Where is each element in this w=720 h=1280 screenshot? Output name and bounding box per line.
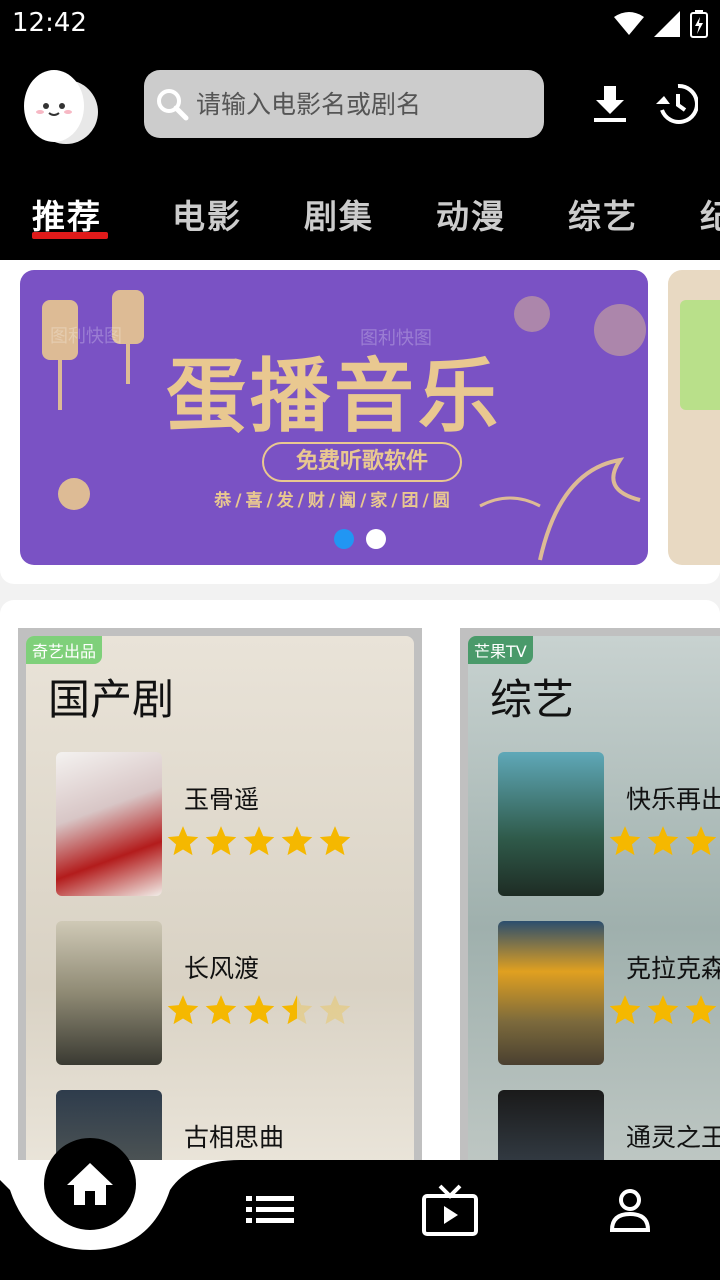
wifi-icon bbox=[614, 12, 644, 35]
item-title: 玉骨遥 bbox=[184, 785, 260, 814]
banner-card: 图利快图 图利快图 蛋播音乐 免费听歌软件 恭/喜/发/财/阖/家/团/圆 bbox=[0, 260, 720, 584]
star-icon bbox=[243, 995, 275, 1025]
banner-next-slide[interactable] bbox=[668, 270, 720, 565]
banner-pill: 免费听歌软件 bbox=[262, 442, 462, 482]
category-panel-variety[interactable]: 芒果TV 综艺 快乐再出 克拉克森 通灵之王 bbox=[460, 628, 720, 1160]
search-box[interactable] bbox=[144, 70, 544, 138]
carousel-dot[interactable] bbox=[366, 529, 386, 549]
star-icon bbox=[281, 995, 313, 1025]
banner-title: 蛋播音乐 bbox=[166, 350, 502, 443]
poster-image bbox=[56, 752, 162, 896]
carousel-dots bbox=[334, 529, 386, 549]
tab-movies[interactable]: 电影 bbox=[172, 190, 242, 238]
list-item[interactable]: 快乐再出 bbox=[498, 752, 720, 902]
category-title: 综艺 bbox=[490, 675, 575, 724]
download-icon[interactable] bbox=[588, 82, 632, 126]
search-input[interactable] bbox=[196, 89, 516, 119]
item-title: 克拉克森 bbox=[626, 954, 720, 983]
nav-profile-button[interactable] bbox=[602, 1182, 658, 1238]
rating-stars bbox=[608, 993, 720, 1027]
star-icon bbox=[205, 826, 237, 856]
profile-icon bbox=[609, 1189, 651, 1232]
list-item[interactable]: 玉骨遥 bbox=[56, 752, 414, 902]
star-icon bbox=[205, 995, 237, 1025]
banner-subtitle: 恭/喜/发/财/阖/家/团/圆 bbox=[214, 491, 454, 511]
poster-image bbox=[498, 921, 604, 1065]
app-header bbox=[0, 48, 720, 168]
category-panel-domestic[interactable]: 奇艺出品 国产剧 玉骨遥 长风渡 古相思曲 bbox=[18, 628, 422, 1160]
category-title: 国产剧 bbox=[48, 675, 175, 724]
star-icon bbox=[281, 826, 313, 856]
tv-icon bbox=[422, 1184, 478, 1236]
star-icon bbox=[609, 995, 641, 1025]
list-icon bbox=[246, 1196, 294, 1223]
status-icons bbox=[614, 10, 708, 38]
star-icon bbox=[243, 826, 275, 856]
source-badge: 芒果TV bbox=[468, 636, 533, 664]
star-icon bbox=[167, 826, 199, 856]
tab-anime[interactable]: 动漫 bbox=[436, 190, 506, 238]
list-item[interactable]: 长风渡 bbox=[56, 921, 414, 1071]
tab-recommend[interactable]: 推荐 bbox=[32, 190, 102, 238]
star-icon bbox=[167, 995, 199, 1025]
carousel-dot-active[interactable] bbox=[334, 529, 354, 549]
nav-tv-button[interactable] bbox=[422, 1182, 478, 1238]
star-icon bbox=[609, 826, 641, 856]
source-badge: 奇艺出品 bbox=[26, 636, 103, 664]
list-item[interactable]: 克拉克森 bbox=[498, 921, 720, 1071]
tab-documentary[interactable]: 纪 bbox=[700, 190, 720, 238]
poster-image bbox=[56, 921, 162, 1065]
main-content: 图利快图 图利快图 蛋播音乐 免费听歌软件 恭/喜/发/财/阖/家/团/圆 奇艺… bbox=[0, 260, 720, 1160]
category-sections: 奇艺出品 国产剧 玉骨遥 长风渡 古相思曲 芒果TV 综艺 快乐再出 克拉克森 … bbox=[0, 600, 720, 1160]
item-title: 快乐再出 bbox=[626, 785, 720, 814]
tab-series[interactable]: 剧集 bbox=[304, 190, 374, 238]
rating-stars bbox=[608, 824, 720, 858]
status-bar: 12:42 bbox=[0, 0, 720, 48]
item-title: 古相思曲 bbox=[184, 1123, 285, 1152]
star-icon bbox=[647, 995, 679, 1025]
banner-slide[interactable]: 图利快图 图利快图 蛋播音乐 免费听歌软件 恭/喜/发/财/阖/家/团/圆 bbox=[20, 270, 648, 565]
battery-icon bbox=[690, 10, 708, 38]
poster-image bbox=[498, 1090, 604, 1160]
star-icon bbox=[319, 995, 351, 1025]
home-icon bbox=[67, 1163, 113, 1205]
item-title: 长风渡 bbox=[184, 954, 260, 983]
nav-list-button[interactable] bbox=[242, 1182, 298, 1238]
star-icon bbox=[319, 826, 351, 856]
category-tabs: 推荐 电影 剧集 动漫 综艺 纪 bbox=[0, 168, 720, 260]
list-item[interactable]: 通灵之王 bbox=[498, 1090, 720, 1160]
history-icon[interactable] bbox=[654, 82, 698, 126]
rating-stars bbox=[166, 993, 352, 1027]
poster-image bbox=[498, 752, 604, 896]
rating-stars bbox=[166, 824, 352, 858]
app-logo[interactable] bbox=[20, 66, 102, 146]
active-tab-indicator bbox=[32, 232, 108, 239]
star-icon bbox=[685, 826, 717, 856]
status-time: 12:42 bbox=[12, 8, 87, 38]
signal-icon bbox=[654, 11, 680, 37]
nav-home-button[interactable] bbox=[44, 1138, 136, 1230]
item-title: 通灵之王 bbox=[626, 1123, 720, 1152]
bottom-navigation bbox=[0, 1138, 720, 1280]
star-icon bbox=[647, 826, 679, 856]
search-icon bbox=[157, 89, 189, 121]
tab-variety[interactable]: 综艺 bbox=[568, 190, 638, 238]
star-icon bbox=[685, 995, 717, 1025]
